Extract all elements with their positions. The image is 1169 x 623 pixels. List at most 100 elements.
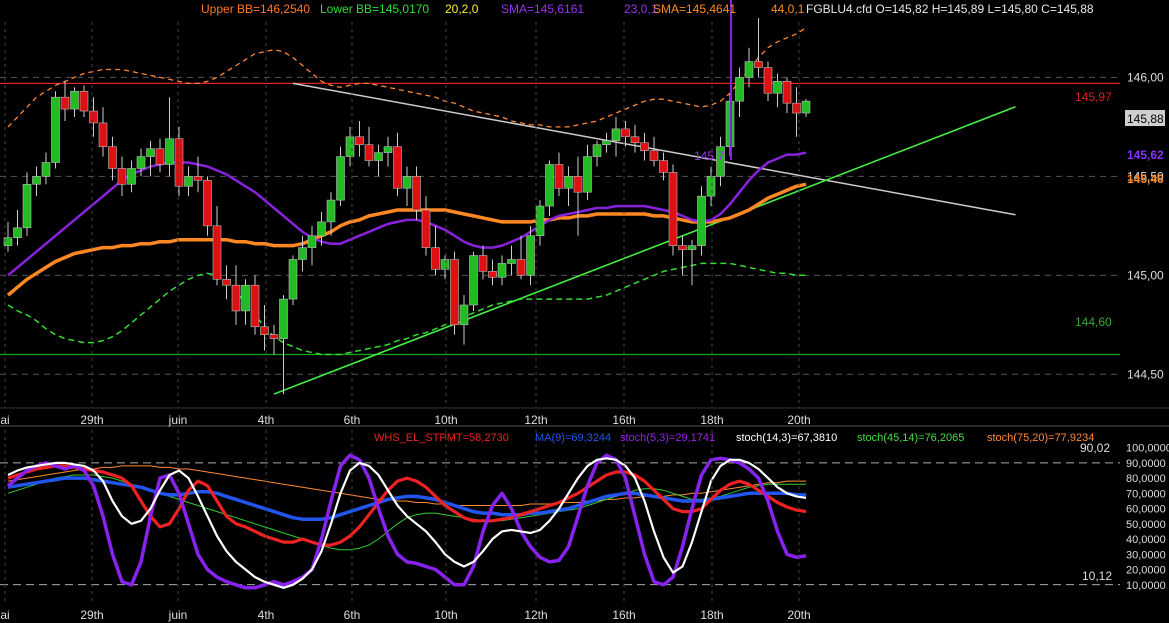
candle-body xyxy=(497,263,507,278)
price-legend: Upper BB=146,2540 Lower BB=145,0170 20,2… xyxy=(201,2,1094,16)
candle-body xyxy=(364,144,374,161)
candle-body xyxy=(383,146,393,153)
legend-ma9: MA(9)=69,3244 xyxy=(535,432,611,444)
candle-body xyxy=(336,156,345,201)
candle-body xyxy=(326,199,336,223)
candle-body xyxy=(659,160,668,173)
legend-stoch45: stoch(45,14)=76,2065 xyxy=(857,432,964,444)
osc-tick-label: 90,0000 xyxy=(1126,458,1166,470)
candle-body xyxy=(79,90,89,112)
x-tick-label: 29th xyxy=(80,413,103,427)
candle-body xyxy=(744,61,754,78)
candle-body xyxy=(146,148,155,157)
osc-tick-label: 100,0000 xyxy=(1126,443,1169,455)
candle-body xyxy=(108,146,117,169)
candle-body xyxy=(127,168,136,185)
candle-body xyxy=(421,209,431,248)
candle-body xyxy=(212,225,222,280)
candle-body xyxy=(60,96,70,110)
price-tick-label: 145,00 xyxy=(1127,268,1164,282)
candle-body xyxy=(459,304,469,326)
x-tick-label: ai xyxy=(0,413,9,427)
candle-body xyxy=(488,271,497,278)
candle-body xyxy=(345,136,355,157)
candle-body xyxy=(773,81,782,94)
osc-tick-label: 30,0000 xyxy=(1126,549,1166,561)
legend-ohlc: FGBLU4.cfd O=145,82 H=145,89 L=145,80 C=… xyxy=(806,2,1094,16)
candle-body xyxy=(231,284,241,312)
candle-body xyxy=(32,176,41,185)
candle-body xyxy=(70,90,79,110)
x-tick-label: 18th xyxy=(700,413,723,427)
candle-body xyxy=(763,67,773,94)
candle-body xyxy=(203,180,212,227)
x-tick-label: 29th xyxy=(80,608,103,622)
legend-stoch5: stoch(5,3)=29,1741 xyxy=(620,432,715,444)
candle-body xyxy=(469,255,478,306)
legend-sma44-params: 44,0,1 xyxy=(771,2,805,16)
candle-body xyxy=(573,176,583,193)
osc-tick-label: 70,0000 xyxy=(1126,488,1166,500)
candle-body xyxy=(592,144,602,157)
resistance-label: 145,97 xyxy=(1075,90,1112,104)
candle-body xyxy=(393,146,402,189)
candle-body xyxy=(564,176,573,189)
x-tick-label: 4th xyxy=(258,608,275,622)
candle-body xyxy=(241,284,250,312)
price-tick-label: 146,00 xyxy=(1127,70,1164,84)
osc-tick-label: 60,0000 xyxy=(1126,504,1166,516)
candle-body xyxy=(136,156,146,169)
candle-body xyxy=(431,247,440,270)
candle-body xyxy=(41,162,51,177)
candle-body xyxy=(98,122,108,147)
candle-body xyxy=(678,245,687,250)
candle-body xyxy=(117,168,127,185)
candle-body xyxy=(307,235,317,248)
candle-body xyxy=(478,255,488,272)
osc-tick-label: 50,0000 xyxy=(1126,519,1166,531)
legend-sma23: SMA=145,6161 xyxy=(501,2,584,16)
candle-body xyxy=(754,61,763,68)
x-tick-label: 10th xyxy=(434,608,457,622)
legend-bb-lower: Lower BB=145,0170 xyxy=(320,2,429,16)
candle-body xyxy=(535,205,545,237)
candle-body xyxy=(412,176,421,211)
x-tick-label: 12th xyxy=(524,413,547,427)
candle-body xyxy=(782,81,792,104)
candle-body xyxy=(374,152,383,161)
candle-body xyxy=(526,235,535,276)
candle-body xyxy=(630,136,640,144)
candle-body xyxy=(621,128,630,138)
candle-body xyxy=(165,138,174,165)
candle-body xyxy=(668,172,678,246)
candle-body xyxy=(155,148,165,165)
candle-body xyxy=(611,128,621,142)
candle-body xyxy=(288,259,298,300)
sma23-price-tag: 145,62 xyxy=(1127,148,1164,162)
legend-stoch75: stoch(75,20)=77,9234 xyxy=(987,432,1094,444)
x-tick-label: ai xyxy=(0,608,9,622)
x-tick-label: 18th xyxy=(700,608,723,622)
legend-whs: WHS_EL_STPMT=58,2730 xyxy=(374,432,509,444)
candle-body xyxy=(355,136,364,146)
candle-body xyxy=(801,100,811,114)
osc-upper-level-label: 90,02 xyxy=(1080,441,1110,455)
osc-tick-label: 80,0000 xyxy=(1126,473,1166,485)
legend-sma44: SMA=145,4641 xyxy=(653,2,736,16)
sma44-price-tag: 145,46 xyxy=(1127,172,1164,186)
candle-body xyxy=(554,164,564,189)
candle-body xyxy=(184,176,193,187)
x-tick-label: 6th xyxy=(344,608,361,622)
candle-body xyxy=(507,259,516,264)
candle-body xyxy=(735,77,744,102)
osc-tick-label: 10,0000 xyxy=(1126,580,1166,592)
x-tick-label: 12th xyxy=(524,608,547,622)
price-tick-label: 144,50 xyxy=(1127,367,1164,381)
x-tick-label: 20th xyxy=(787,608,810,622)
x-tick-label: 4th xyxy=(258,413,275,427)
x-tick-label: 6th xyxy=(344,413,361,427)
sma-marker-label: 145,7 xyxy=(694,149,724,163)
candle-body xyxy=(402,176,412,189)
chart-canvas: 146,00145,50145,00144,50 ai 29th juin 4th 6t… xyxy=(0,0,1169,623)
candle-body xyxy=(440,259,450,270)
